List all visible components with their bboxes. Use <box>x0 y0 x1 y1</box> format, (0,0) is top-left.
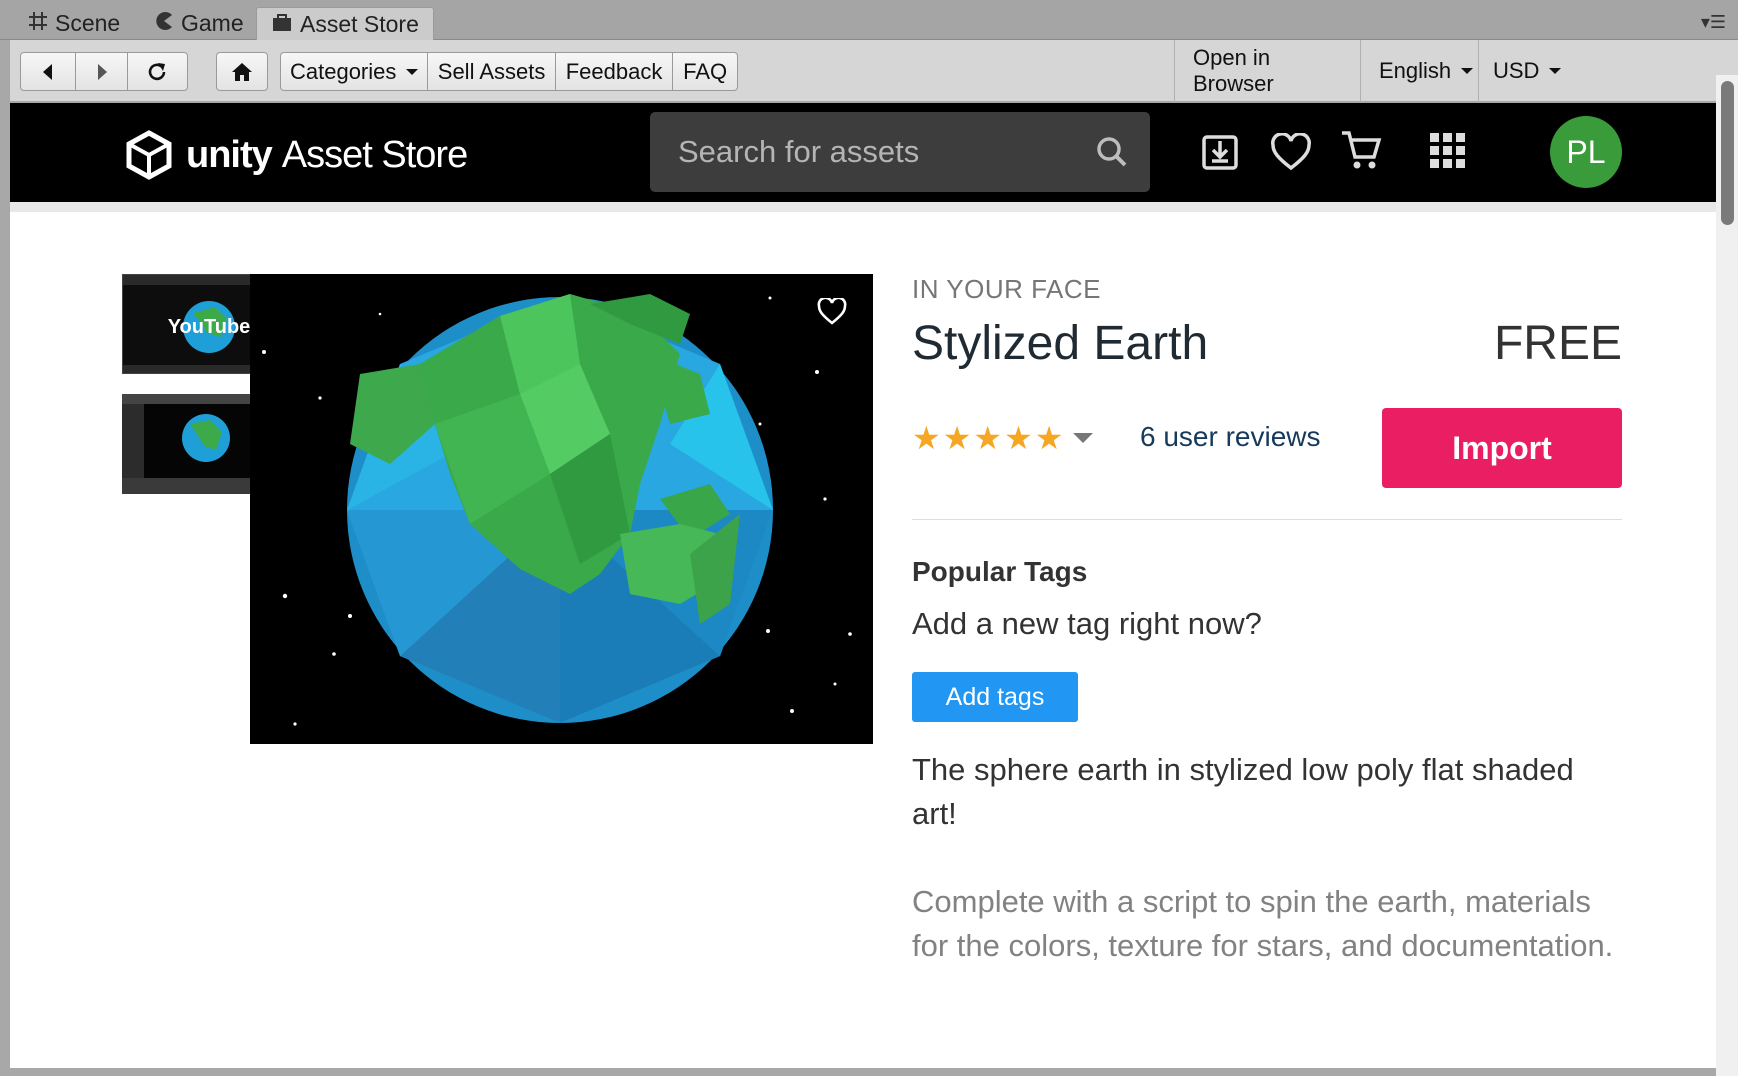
asset-store-header: unity Asset Store PL <box>10 103 1716 202</box>
add-tags-button[interactable]: Add tags <box>912 672 1078 722</box>
feedback-label: Feedback <box>565 58 663 84</box>
download-icon[interactable] <box>1201 131 1239 176</box>
forward-button[interactable] <box>76 53 128 90</box>
search-icon[interactable] <box>1096 136 1128 173</box>
product-description-summary: The sphere earth in stylized low poly fl… <box>912 752 1574 831</box>
search-input[interactable] <box>650 112 1090 192</box>
heart-icon[interactable] <box>1270 132 1312 176</box>
wishlist-heart-icon[interactable] <box>817 296 847 331</box>
chevron-down-icon <box>1073 433 1094 443</box>
tab-asset-store[interactable]: Asset Store <box>256 7 434 40</box>
divider <box>912 519 1622 520</box>
import-label: Import <box>1452 429 1552 466</box>
star-icon: ★ <box>1004 420 1033 456</box>
faq-link[interactable]: FAQ <box>673 53 737 90</box>
star-icon: ★ <box>973 420 1003 456</box>
unity-logo-icon <box>126 130 172 180</box>
tab-scene-label: Scene <box>55 10 121 36</box>
product-main-image[interactable] <box>250 274 873 744</box>
back-icon <box>43 63 53 80</box>
open-in-browser-button[interactable]: Open in Browser <box>1174 40 1360 102</box>
currency-label: USD <box>1493 58 1540 83</box>
browser-toolbar: Categories Sell Assets Feedback FAQ Open… <box>10 40 1738 102</box>
add-tags-label: Add tags <box>945 682 1045 711</box>
grid-icon <box>28 10 48 37</box>
home-button[interactable] <box>217 53 267 90</box>
tab-game-label: Game <box>181 10 244 36</box>
publisher-link[interactable]: IN YOUR FACE <box>912 274 1622 305</box>
avatar-initials: PL <box>1566 133 1606 170</box>
stylized-earth-render <box>250 274 873 744</box>
tab-game[interactable]: Game <box>140 7 258 40</box>
new-tag-prompt: Add a new tag right now? <box>912 606 1262 641</box>
tab-asset-store-label: Asset Store <box>300 10 419 37</box>
search-box <box>650 112 1150 192</box>
unity-editor-window: Scene Game Asset Store ▾☰ Categories Sel… <box>0 0 1738 1076</box>
categories-label: Categories <box>289 58 397 84</box>
faq-label: FAQ <box>683 58 728 84</box>
shopping-bag-icon <box>271 11 293 38</box>
vertical-scrollbar[interactable] <box>1716 75 1738 1076</box>
home-button-group <box>216 52 268 91</box>
product-page: YouTube IN YOUR FACE Stylized Earth FREE… <box>10 212 1716 1068</box>
navigation-buttons <box>20 52 188 91</box>
feedback-link[interactable]: Feedback <box>556 53 674 90</box>
product-description-details: Complete with a script to spin the earth… <box>912 884 1614 963</box>
sell-assets-link[interactable]: Sell Assets <box>428 53 556 90</box>
sell-assets-label: Sell Assets <box>437 58 546 84</box>
chevron-down-icon <box>406 68 419 75</box>
tab-options-icon[interactable]: ▾☰ <box>1701 12 1726 33</box>
import-button[interactable]: Import <box>1382 408 1622 488</box>
back-button[interactable] <box>21 53 77 90</box>
rating-stars[interactable]: ★ ★ ★ ★ ★ <box>912 419 1094 457</box>
store-nav-group: Categories Sell Assets Feedback FAQ <box>280 52 738 91</box>
forward-icon <box>97 63 107 80</box>
open-in-browser-label: Open in Browser <box>1193 45 1274 96</box>
header-divider <box>10 202 1716 212</box>
chevron-down-icon <box>1461 68 1474 74</box>
star-icon: ★ <box>942 420 972 456</box>
reload-icon <box>149 62 166 80</box>
apps-grid-icon[interactable] <box>1430 133 1466 174</box>
language-dropdown[interactable]: English <box>1360 40 1478 102</box>
product-title: Stylized Earth <box>912 317 1209 370</box>
logo-asset-store-text: Asset Store <box>281 133 468 176</box>
user-reviews-link[interactable]: 6 user reviews <box>1140 421 1321 453</box>
currency-dropdown[interactable]: USD <box>1478 40 1574 102</box>
thumbnail-image[interactable] <box>122 394 252 494</box>
pacman-icon <box>154 10 174 37</box>
home-icon <box>232 62 252 81</box>
cart-icon[interactable] <box>1340 129 1382 176</box>
language-label: English <box>1379 58 1452 83</box>
youtube-logo: YouTube <box>168 316 251 338</box>
star-icon: ★ <box>1034 420 1064 456</box>
tab-scene[interactable]: Scene <box>14 7 134 40</box>
reload-button[interactable] <box>128 53 187 90</box>
thumbnail-video[interactable]: YouTube <box>122 274 252 374</box>
editor-tab-bar: Scene Game Asset Store ▾☰ <box>0 0 1738 40</box>
star-icon: ★ <box>912 420 941 456</box>
logo-unity-text: unity <box>186 133 273 176</box>
scrollbar-thumb[interactable] <box>1721 81 1734 225</box>
popular-tags-heading: Popular Tags <box>912 556 1088 587</box>
avatar[interactable]: PL <box>1550 116 1622 188</box>
unity-asset-store-logo[interactable]: unity Asset Store <box>122 129 468 181</box>
categories-dropdown[interactable]: Categories <box>281 53 429 90</box>
product-price: FREE <box>1493 317 1622 370</box>
chevron-down-icon <box>1549 68 1562 74</box>
product-info: IN YOUR FACE Stylized Earth FREE ★ ★ ★ ★… <box>912 274 1622 963</box>
